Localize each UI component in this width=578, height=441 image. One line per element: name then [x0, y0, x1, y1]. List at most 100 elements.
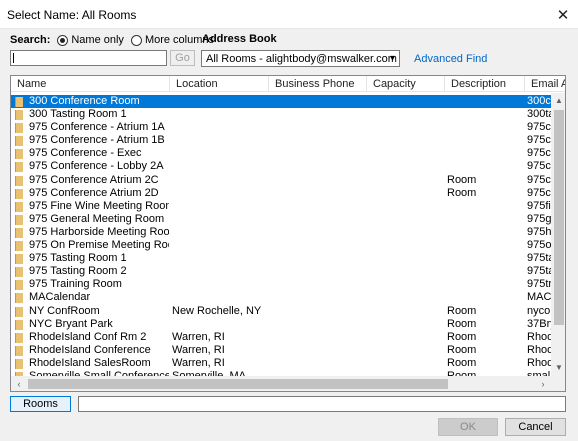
rooms-field[interactable]	[78, 396, 566, 412]
table-row[interactable]: 975 Conference - Exec 975co	[11, 147, 551, 160]
cell-name: 975 General Meeting Room	[29, 212, 165, 225]
radio-unchecked-icon	[130, 34, 142, 46]
cell-email: 975fin	[527, 199, 551, 212]
advanced-find-link[interactable]: Advanced Find	[414, 53, 487, 65]
table-row[interactable]: 975 Conference - Lobby 2A 975co	[11, 160, 551, 173]
cell-email: 975on	[527, 239, 551, 252]
scroll-down-arrow-icon[interactable]: ▼	[551, 360, 565, 376]
room-icon	[15, 280, 23, 291]
scroll-right-arrow-icon[interactable]: ›	[535, 376, 551, 391]
rooms-button[interactable]: Rooms	[10, 396, 71, 412]
cell-email: MACal	[527, 291, 551, 304]
table-row[interactable]: 975 Tasting Room 2 975tas	[11, 265, 551, 278]
horizontal-scrollbar[interactable]: ‹ ›	[11, 376, 551, 391]
room-icon	[15, 267, 23, 278]
column-header-capacity[interactable]: Capacity	[367, 76, 445, 92]
search-input[interactable]	[10, 50, 167, 66]
table-row[interactable]: MACalendar MACal	[11, 291, 551, 304]
table-row[interactable]: 975 Conference - Atrium 1B 975co	[11, 134, 551, 147]
cell-email: 975tra	[527, 278, 551, 291]
cell-name: RhodeIsland SalesRoom	[29, 356, 151, 369]
cell-email: Rhode	[527, 330, 551, 343]
table-row[interactable]: 975 Tasting Room 1 975tas	[11, 252, 551, 265]
table-row[interactable]: 975 Fine Wine Meeting Room 975fin	[11, 200, 551, 213]
rooms-list: Name Location Business Phone Capacity Descri…	[10, 75, 566, 392]
cell-description: Room	[447, 343, 477, 356]
address-book-dropdown[interactable]: All Rooms - alightbody@mswalker.com ▾	[201, 50, 400, 67]
cell-name: 975 Tasting Room 2	[29, 265, 127, 278]
cell-name: 975 Conference - Lobby 2A	[29, 160, 164, 173]
column-header-email[interactable]: Email Ad	[525, 76, 565, 92]
cell-description: Room	[447, 317, 477, 330]
table-row[interactable]: 975 Conference Atrium 2C Room 975co	[11, 174, 551, 187]
table-row-selected[interactable]: 300 Conference Room 300co	[11, 95, 551, 109]
cell-description: Room	[447, 173, 477, 186]
cell-name: 975 Tasting Room 1	[29, 252, 127, 265]
cell-email: 300ta	[527, 108, 551, 121]
cell-description: Room	[447, 330, 477, 343]
table-row[interactable]: RhodeIsland Conference Warren, RI Room Rhod…	[11, 344, 551, 357]
room-icon	[15, 254, 23, 265]
radio-checked-icon	[57, 34, 69, 46]
vertical-scroll-thumb[interactable]	[554, 110, 564, 325]
search-options: Search: Name only More columns	[10, 33, 214, 47]
cell-description: Room	[447, 356, 477, 369]
cell-email: 975tas	[527, 265, 551, 278]
text-caret	[13, 53, 14, 63]
room-icon	[15, 149, 23, 160]
cell-email: 975co	[527, 134, 551, 147]
table-row[interactable]: 975 General Meeting Room 975ge	[11, 213, 551, 226]
table-row[interactable]: NY ConfRoom New Rochelle, NY Room nycon	[11, 305, 551, 318]
rows-container: 300 Conference Room300co300 Tasting Room…	[11, 95, 551, 376]
table-row[interactable]: 975 On Premise Meeting Room 975on	[11, 239, 551, 252]
cell-email: Rhode	[527, 343, 551, 356]
cell-name: RhodeIsland Conf Rm 2	[29, 330, 147, 343]
search-label: Search:	[10, 34, 51, 46]
cell-email: 975co	[527, 186, 551, 199]
room-icon	[15, 345, 23, 356]
cancel-button[interactable]: Cancel	[505, 418, 566, 436]
room-icon	[15, 332, 23, 343]
column-header-location[interactable]: Location	[170, 76, 269, 92]
table-row[interactable]: RhodeIsland SalesRoom Warren, RI Room Rhode	[11, 357, 551, 370]
table-row[interactable]: 975 Conference - Atrium 1A 975co	[11, 121, 551, 134]
room-icon	[15, 306, 23, 317]
room-icon	[15, 214, 23, 225]
room-icon	[15, 293, 23, 304]
chevron-down-icon: ▾	[389, 53, 395, 64]
table-row[interactable]: 300 Tasting Room 1 300ta	[11, 108, 551, 121]
cell-email: 975ha	[527, 225, 551, 238]
room-icon	[15, 175, 23, 186]
address-book-label: Address Book	[202, 33, 277, 45]
ok-button[interactable]: OK	[438, 418, 498, 436]
cell-email: 37Brya	[527, 317, 551, 330]
room-icon	[15, 319, 23, 330]
column-header-name[interactable]: Name	[11, 76, 170, 92]
room-icon	[15, 201, 23, 212]
cell-email: 975ge	[527, 212, 551, 225]
cell-name: 975 Conference - Atrium 1A	[29, 121, 165, 134]
table-row[interactable]: RhodeIsland Conf Rm 2 Warren, RI Room Rhode	[11, 331, 551, 344]
room-icon	[15, 110, 23, 121]
cell-name: 975 Harborside Meeting Room	[29, 225, 169, 238]
go-button[interactable]: Go	[170, 50, 195, 66]
column-header-business-phone[interactable]: Business Phone	[269, 76, 367, 92]
name-only-radio[interactable]: Name only	[57, 34, 124, 46]
close-icon[interactable]: ✕	[548, 0, 578, 29]
horizontal-scroll-thumb[interactable]	[28, 379, 448, 389]
scroll-left-arrow-icon[interactable]: ‹	[11, 376, 27, 391]
cell-name: RhodeIsland Conference	[29, 343, 151, 356]
vertical-scrollbar[interactable]: ▲ ▼	[551, 93, 565, 376]
scroll-up-arrow-icon[interactable]: ▲	[551, 93, 565, 109]
cell-description: Room	[447, 304, 477, 317]
table-row[interactable]: 975 Conference Atrium 2D Room 975co	[11, 187, 551, 200]
table-row[interactable]: 975 Harborside Meeting Room 975ha	[11, 226, 551, 239]
room-icon	[15, 358, 23, 369]
room-icon	[15, 162, 23, 173]
table-row[interactable]: 975 Training Room 975tra	[11, 278, 551, 291]
column-header-description[interactable]: Description	[445, 76, 525, 92]
table-row[interactable]: NYC Bryant Park Room 37Brya	[11, 318, 551, 331]
cell-email: 975tas	[527, 252, 551, 265]
room-icon	[15, 97, 23, 107]
cell-location: New Rochelle, NY	[172, 304, 262, 317]
